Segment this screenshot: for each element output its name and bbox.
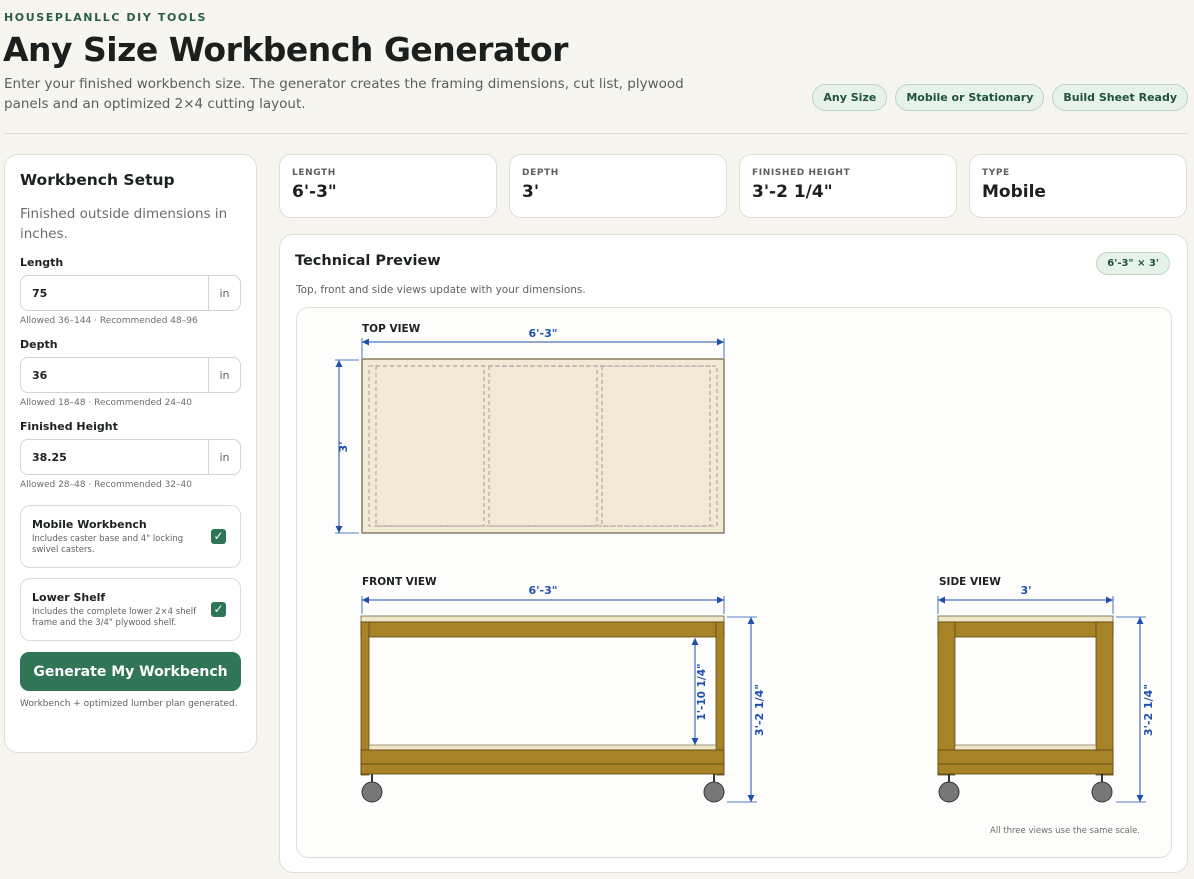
stat-type: TYPE Mobile: [969, 154, 1187, 218]
top-depth-text: 3': [337, 441, 350, 452]
side-view-drawing: [937, 615, 1114, 803]
size-badge: 6'-3" × 3': [1096, 252, 1170, 275]
stat-height-label: FINISHED HEIGHT: [752, 168, 851, 178]
scale-note: All three views use the same scale.: [990, 826, 1140, 836]
top-depth-dimension: 3': [335, 359, 359, 534]
depth-hint: Allowed 18–48 · Recommended 24–40: [20, 398, 192, 408]
generate-status: Workbench + optimized lumber plan genera…: [20, 699, 238, 709]
stat-length-value: 6'-3": [292, 182, 337, 202]
front-view-drawing: [360, 615, 725, 803]
shelf-checkbox[interactable]: ✓: [211, 602, 226, 617]
page-title: Any Size Workbench Generator: [3, 30, 568, 69]
eyebrow: HOUSEPLANLLC DIY TOOLS: [4, 11, 207, 24]
mobile-option-name: Mobile Workbench: [32, 518, 147, 531]
page-subtitle: Enter your finished workbench size. The …: [4, 76, 684, 112]
stat-depth: DEPTH 3': [509, 154, 727, 218]
front-view-label: FRONT VIEW: [362, 576, 437, 588]
stat-depth-label: DEPTH: [522, 168, 559, 178]
depth-unit: in: [208, 358, 240, 392]
stat-type-value: Mobile: [982, 182, 1046, 202]
shelf-option-name: Lower Shelf: [32, 591, 106, 604]
header-divider: [4, 133, 1188, 134]
mobile-option-text: Includes caster base and 4" locking swiv…: [32, 534, 184, 555]
mobile-checkbox[interactable]: ✓: [211, 529, 226, 544]
height-label: Finished Height: [20, 420, 118, 433]
stat-type-label: TYPE: [982, 168, 1010, 178]
drawing-canvas: TOP VIEW 6'-3" 3' FRONT VIEW 6'-3" 1'-10…: [296, 307, 1172, 858]
side-depth-dimension: 3': [937, 584, 1114, 614]
setup-description: Finished outside dimensions in inches.: [20, 206, 228, 242]
length-input[interactable]: [21, 275, 208, 311]
setup-panel: Workbench Setup Finished outside dimensi…: [4, 154, 257, 753]
front-shelf-dimension: 1'-10 1/4": [691, 638, 708, 745]
depth-input[interactable]: [21, 357, 208, 393]
length-field: in: [20, 275, 241, 311]
depth-field: in: [20, 357, 241, 393]
preview-title: Technical Preview: [295, 253, 441, 269]
length-hint: Allowed 36–144 · Recommended 48–96: [20, 316, 198, 326]
height-hint: Allowed 28–48 · Recommended 32–40: [20, 480, 192, 490]
front-height-text: 3'-2 1/4": [753, 684, 766, 736]
stat-height-value: 3'-2 1/4": [752, 182, 833, 202]
preview-description: Top, front and side views update with yo…: [296, 284, 586, 296]
shelf-option[interactable]: Lower Shelf Includes the complete lower …: [20, 578, 241, 641]
height-input[interactable]: [21, 439, 208, 475]
front-length-dimension: 6'-3": [361, 584, 725, 614]
feature-pills: Any Size Mobile or Stationary Build Shee…: [812, 84, 1188, 111]
setup-title: Workbench Setup: [20, 171, 175, 189]
stat-length: LENGTH 6'-3": [279, 154, 497, 218]
stat-depth-value: 3': [522, 182, 540, 202]
side-height-dimension: 3'-2 1/4": [1116, 616, 1155, 803]
top-view-label: TOP VIEW: [362, 323, 421, 335]
generate-button[interactable]: Generate My Workbench: [20, 652, 241, 691]
front-shelf-text: 1'-10 1/4": [696, 663, 708, 720]
shelf-option-text: Includes the complete lower 2×4 shelf fr…: [32, 607, 197, 628]
stat-length-label: LENGTH: [292, 168, 336, 178]
pill-build-sheet: Build Sheet Ready: [1052, 84, 1188, 111]
top-length-text: 6'-3": [529, 327, 558, 340]
length-label: Length: [20, 256, 64, 269]
stat-height: FINISHED HEIGHT 3'-2 1/4": [739, 154, 957, 218]
side-depth-text: 3': [1020, 584, 1031, 597]
height-field: in: [20, 439, 241, 475]
length-unit: in: [208, 276, 240, 310]
front-length-text: 6'-3": [529, 584, 558, 597]
pill-any-size: Any Size: [812, 84, 888, 111]
top-view-drawing: [361, 358, 725, 534]
side-height-text: 3'-2 1/4": [1142, 684, 1155, 736]
technical-preview-panel: Technical Preview Top, front and side vi…: [279, 234, 1188, 873]
depth-label: Depth: [20, 338, 58, 351]
front-height-dimension: 3'-2 1/4": [727, 616, 766, 803]
side-view-label: SIDE VIEW: [939, 576, 1001, 588]
height-unit: in: [208, 440, 240, 474]
pill-mobile-stationary: Mobile or Stationary: [895, 84, 1045, 111]
technical-drawing: TOP VIEW 6'-3" 3' FRONT VIEW 6'-3" 1'-10…: [335, 323, 1155, 836]
mobile-option[interactable]: Mobile Workbench Includes caster base an…: [20, 505, 241, 568]
